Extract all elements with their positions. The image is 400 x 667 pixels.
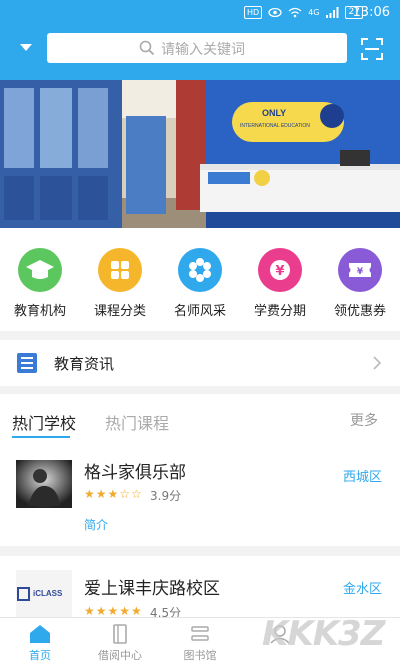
search-icon	[139, 40, 155, 56]
school-thumbnail	[16, 460, 72, 508]
category-label: 学费分期	[253, 304, 306, 319]
category-label: 课程分类	[93, 304, 146, 319]
coupon-icon: ¥	[338, 248, 382, 292]
category-education-org[interactable]: 教育机构	[5, 248, 75, 319]
status-bar: HD 4G 27 13:06	[0, 0, 400, 26]
iclass-logo-text: iCLASS	[33, 589, 63, 598]
sign-subtitle: INTERNATIONAL EDUCATION	[240, 123, 310, 129]
book-icon	[113, 624, 127, 644]
rating-stars: ★★★★★	[84, 604, 143, 618]
hot-tabs: 热门学校 热门课程 更多	[0, 394, 400, 444]
active-tab-indicator	[12, 436, 70, 438]
top-header: HD 4G 27 13:06 请输入关键词	[0, 0, 400, 80]
nav-label: 首页	[29, 649, 51, 662]
grid-icon	[98, 248, 142, 292]
chevron-right-icon	[373, 356, 382, 370]
nav-borrow-center[interactable]: 借阅中心	[80, 624, 160, 663]
watermark-logo: KKK3Z	[262, 614, 385, 654]
tab-hot-schools[interactable]: 热门学校	[12, 410, 76, 434]
tab-hot-courses[interactable]: 热门课程	[105, 410, 169, 434]
search-input[interactable]: 请输入关键词	[47, 33, 347, 63]
flower-icon	[178, 248, 222, 292]
more-link[interactable]: 更多	[350, 410, 378, 430]
district-label: 金水区	[342, 582, 382, 597]
hot-section: 热门学校 热门课程 更多 格斗家俱乐部 ★★★☆☆ 3.9分 简介 西城区	[0, 394, 400, 546]
rating-stars: ★★★☆☆	[84, 487, 143, 501]
school-list-item[interactable]: iCLASS 爱上课丰庆路校区 ★★★★★ 4.5分 金水区	[0, 556, 400, 620]
status-icons: HD 4G 27	[244, 6, 363, 19]
yen-icon: ¥	[258, 248, 302, 292]
category-label: 领优惠券	[333, 304, 386, 319]
promo-banner[interactable]: ONLY INTERNATIONAL EDUCATION	[0, 80, 400, 228]
category-coupons[interactable]: ¥ 领优惠券	[325, 248, 395, 319]
news-label: 教育资讯	[54, 355, 115, 373]
category-label: 教育机构	[13, 304, 66, 319]
signal-icon	[326, 7, 339, 18]
sign-brand: ONLY	[262, 108, 286, 118]
eye-icon	[268, 7, 282, 18]
hd-badge: HD	[244, 6, 263, 19]
nav-home[interactable]: 首页	[0, 624, 80, 663]
news-icon	[17, 353, 37, 373]
category-installments[interactable]: ¥ 学费分期	[245, 248, 315, 319]
graduation-cap-icon	[18, 248, 62, 292]
library-icon	[191, 626, 209, 641]
scan-icon[interactable]	[361, 38, 383, 60]
search-placeholder: 请输入关键词	[161, 42, 245, 58]
home-icon	[30, 625, 50, 643]
category-teachers[interactable]: 名师风采	[165, 248, 235, 319]
nav-label: 借阅中心	[98, 649, 142, 662]
banner-photo: ONLY INTERNATIONAL EDUCATION	[0, 80, 400, 228]
school-name: 爱上课丰庆路校区	[84, 579, 220, 599]
category-course-types[interactable]: 课程分类	[85, 248, 155, 319]
school-list-item[interactable]: 格斗家俱乐部 ★★★☆☆ 3.9分 简介 西城区	[0, 460, 400, 540]
nav-label: 图书馆	[183, 649, 217, 662]
location-dropdown-icon[interactable]	[20, 44, 32, 51]
school-name: 格斗家俱乐部	[84, 463, 186, 483]
nav-library[interactable]: 图书馆	[160, 624, 240, 663]
svg-text:¥: ¥	[357, 267, 364, 277]
svg-text:¥: ¥	[275, 264, 284, 279]
intro-link[interactable]: 简介	[84, 516, 108, 533]
status-time: 13:06	[352, 5, 390, 20]
school-thumbnail: iCLASS	[16, 570, 72, 618]
education-news-row[interactable]: 教育资讯	[0, 340, 400, 386]
category-grid: 教育机构 课程分类 名师风采 ¥ 学费分期 ¥ 领优惠券	[0, 228, 400, 331]
district-label: 西城区	[342, 470, 382, 485]
category-label: 名师风采	[173, 304, 226, 319]
rating-score: 3.9分	[150, 489, 182, 503]
wifi-icon	[288, 7, 302, 18]
network-label: 4G	[308, 8, 320, 17]
